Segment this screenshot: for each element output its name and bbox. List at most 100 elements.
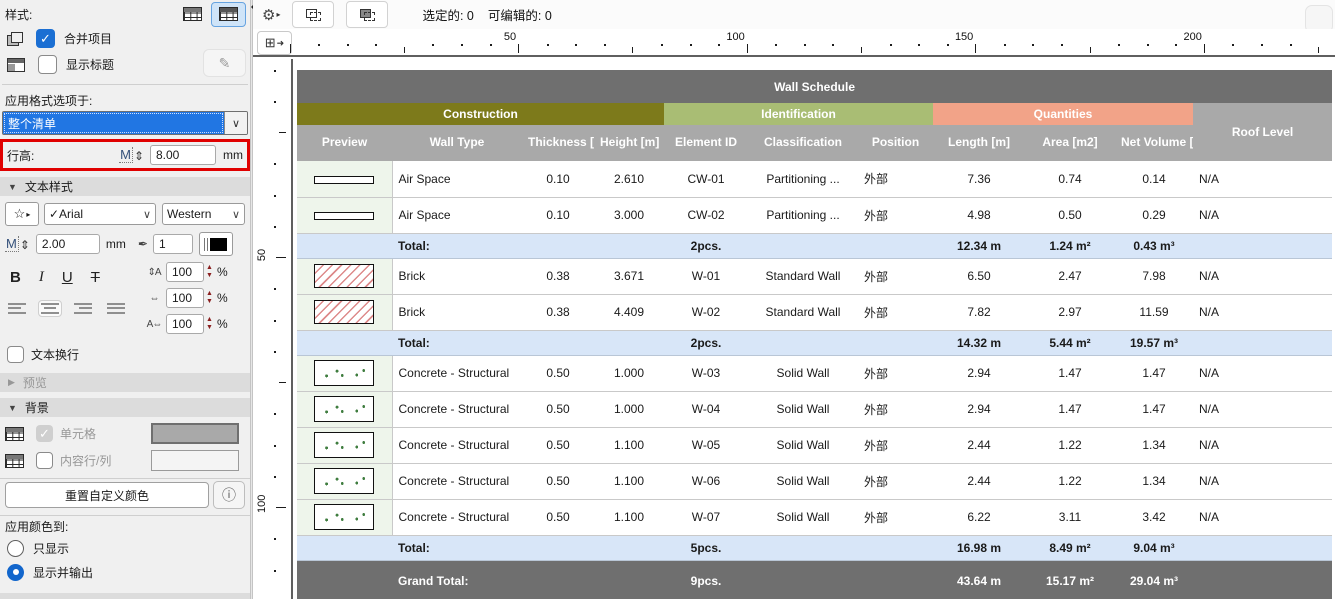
cell-preview[interactable] bbox=[297, 391, 392, 427]
cell-classification[interactable]: Standard Wall bbox=[748, 294, 858, 330]
cell-height[interactable]: 3.000 bbox=[594, 197, 664, 233]
cell-position[interactable]: 外部 bbox=[858, 161, 933, 197]
cell-classification[interactable]: Solid Wall bbox=[748, 355, 858, 391]
cell-roof-level[interactable]: N/A bbox=[1193, 355, 1332, 391]
cell-thickness[interactable]: 0.50 bbox=[522, 463, 594, 499]
column-header-classification[interactable]: Classification bbox=[748, 125, 858, 161]
cell-height[interactable]: 1.000 bbox=[594, 355, 664, 391]
cell-wall-type[interactable]: Brick bbox=[392, 294, 522, 330]
font-family-select[interactable]: ✓Arial ∨ bbox=[44, 203, 156, 225]
font-size-input[interactable]: 2.00 bbox=[36, 234, 100, 254]
info-button[interactable]: ⓘ bbox=[213, 481, 245, 509]
cell-classification[interactable]: Partitioning ... bbox=[748, 161, 858, 197]
cell-element-id[interactable]: W-06 bbox=[664, 463, 748, 499]
column-header-area[interactable]: Area [m2] bbox=[1025, 125, 1115, 161]
settings-button[interactable]: ⚙ ▸ bbox=[262, 6, 280, 24]
cell-preview[interactable] bbox=[297, 499, 392, 535]
line-spacing-input[interactable]: 100 bbox=[166, 262, 204, 282]
display-output-radio[interactable] bbox=[7, 564, 24, 581]
cell-roof-level[interactable]: N/A bbox=[1193, 258, 1332, 294]
column-header-net-volume[interactable]: Net Volume [m3] bbox=[1115, 125, 1193, 161]
cell-net-volume[interactable]: 0.14 bbox=[1115, 161, 1193, 197]
cell-wall-type[interactable]: Concrete - Structural bbox=[392, 391, 522, 427]
column-header-length[interactable]: Length [m] bbox=[933, 125, 1025, 161]
cell-classification[interactable]: Solid Wall bbox=[748, 427, 858, 463]
cell-preview[interactable] bbox=[297, 294, 392, 330]
cell-area[interactable]: 2.97 bbox=[1025, 294, 1115, 330]
column-header-thickness[interactable]: Thickness [m] bbox=[522, 125, 594, 161]
preview-section-header[interactable]: ▶ 预览 bbox=[0, 373, 250, 392]
cell-preview[interactable] bbox=[297, 258, 392, 294]
cell-position[interactable]: 外部 bbox=[858, 499, 933, 535]
cell-roof-level[interactable]: N/A bbox=[1193, 294, 1332, 330]
cell-area[interactable]: 2.47 bbox=[1025, 258, 1115, 294]
cell-height[interactable]: 4.409 bbox=[594, 294, 664, 330]
favorites-button[interactable]: ☆▸ bbox=[5, 202, 39, 226]
cell-height[interactable]: 1.100 bbox=[594, 427, 664, 463]
cell-element-id[interactable]: W-04 bbox=[664, 391, 748, 427]
cell-roof-level[interactable]: N/A bbox=[1193, 499, 1332, 535]
edit-header-button[interactable]: ✎ bbox=[203, 49, 246, 77]
bold-button[interactable]: B bbox=[10, 269, 21, 286]
cell-height[interactable]: 1.100 bbox=[594, 499, 664, 535]
column-header-wall-type[interactable]: Wall Type bbox=[392, 125, 522, 161]
cell-area[interactable]: 0.74 bbox=[1025, 161, 1115, 197]
pen-weight-input[interactable]: 1 bbox=[153, 234, 193, 254]
reset-colors-button[interactable]: 重置自定义颜色 bbox=[5, 482, 209, 508]
cell-length[interactable]: 7.36 bbox=[933, 161, 1025, 197]
cell-element-id[interactable]: CW-02 bbox=[664, 197, 748, 233]
cell-position[interactable]: 外部 bbox=[858, 391, 933, 427]
cell-thickness[interactable]: 0.10 bbox=[522, 161, 594, 197]
cell-element-id[interactable]: W-03 bbox=[664, 355, 748, 391]
cell-roof-level[interactable]: N/A bbox=[1193, 161, 1332, 197]
char-width-input[interactable]: 100 bbox=[166, 288, 204, 308]
cell-area[interactable]: 1.22 bbox=[1025, 427, 1115, 463]
text-style-section-header[interactable]: ▼ 文本样式 bbox=[0, 177, 250, 196]
cell-area[interactable]: 1.47 bbox=[1025, 391, 1115, 427]
cell-wall-type[interactable]: Air Space bbox=[392, 197, 522, 233]
cell-length[interactable]: 6.22 bbox=[933, 499, 1025, 535]
column-header-element-id[interactable]: Element ID bbox=[664, 125, 748, 161]
cell-length[interactable]: 2.44 bbox=[933, 427, 1025, 463]
cell-height[interactable]: 3.671 bbox=[594, 258, 664, 294]
merge-items-checkbox[interactable]: ✓ bbox=[36, 29, 55, 48]
cell-net-volume[interactable]: 0.29 bbox=[1115, 197, 1193, 233]
cell-position[interactable]: 外部 bbox=[858, 258, 933, 294]
cell-element-id[interactable]: W-05 bbox=[664, 427, 748, 463]
column-header-preview[interactable]: Preview bbox=[297, 125, 392, 161]
cell-position[interactable]: 外部 bbox=[858, 427, 933, 463]
style-list-view-button[interactable] bbox=[176, 3, 209, 26]
cell-wall-type[interactable]: Concrete - Structural bbox=[392, 427, 522, 463]
cell-length[interactable]: 2.94 bbox=[933, 355, 1025, 391]
display-only-radio[interactable] bbox=[7, 540, 24, 557]
text-wrap-checkbox[interactable] bbox=[7, 346, 24, 363]
underline-button[interactable]: U bbox=[62, 269, 73, 286]
cell-thickness[interactable]: 0.38 bbox=[522, 294, 594, 330]
cell-length[interactable]: 2.44 bbox=[933, 463, 1025, 499]
column-header-position[interactable]: Position bbox=[858, 125, 933, 161]
cell-thickness[interactable]: 0.50 bbox=[522, 391, 594, 427]
cell-bg-checkbox[interactable]: ✓ bbox=[36, 425, 53, 442]
show-headers-checkbox[interactable] bbox=[38, 55, 57, 74]
char-width-stepper[interactable]: ▲▼ bbox=[206, 290, 213, 306]
cell-thickness[interactable]: 0.38 bbox=[522, 258, 594, 294]
cell-net-volume[interactable]: 7.98 bbox=[1115, 258, 1193, 294]
wall-schedule-table[interactable]: Wall ScheduleConstructionIdentificationQ… bbox=[297, 70, 1332, 599]
cell-area[interactable]: 3.11 bbox=[1025, 499, 1115, 535]
cell-net-volume[interactable]: 1.47 bbox=[1115, 391, 1193, 427]
cell-wall-type[interactable]: Concrete - Structural bbox=[392, 355, 522, 391]
column-header-height[interactable]: Height [m] bbox=[594, 125, 664, 161]
cell-roof-level[interactable]: N/A bbox=[1193, 391, 1332, 427]
cell-net-volume[interactable]: 3.42 bbox=[1115, 499, 1193, 535]
align-justify-button[interactable] bbox=[105, 301, 127, 316]
cell-bg-swatch[interactable] bbox=[151, 423, 239, 444]
cell-roof-level[interactable]: N/A bbox=[1193, 197, 1332, 233]
cell-wall-type[interactable]: Concrete - Structural bbox=[392, 463, 522, 499]
char-spacing-input[interactable]: 100 bbox=[166, 314, 204, 334]
cell-length[interactable]: 4.98 bbox=[933, 197, 1025, 233]
cell-wall-type[interactable]: Concrete - Structural bbox=[392, 499, 522, 535]
cell-thickness[interactable]: 0.50 bbox=[522, 499, 594, 535]
align-left-button[interactable] bbox=[6, 301, 28, 316]
select-all-elements-button[interactable] bbox=[346, 1, 388, 28]
column-header-roof-level[interactable]: Roof Level bbox=[1193, 103, 1332, 161]
